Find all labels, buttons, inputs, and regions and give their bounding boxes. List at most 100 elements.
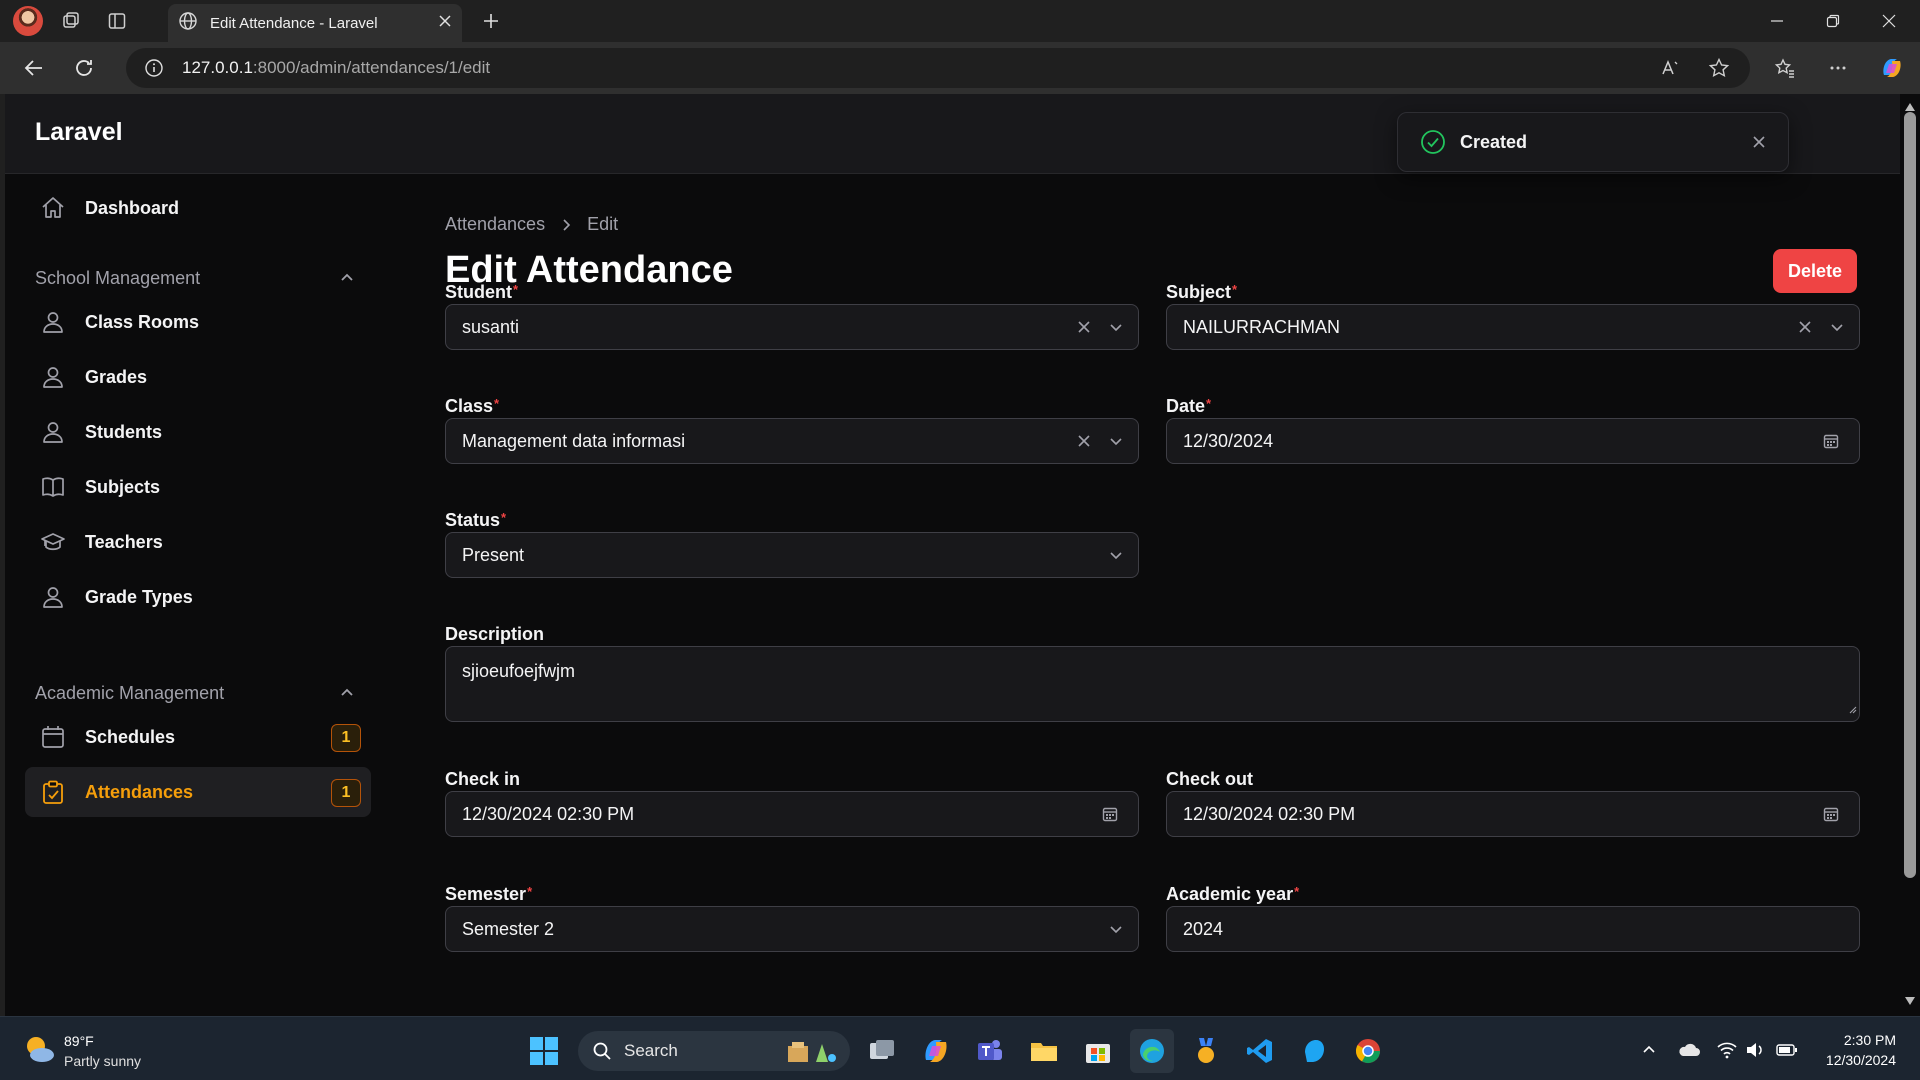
new-tab-icon[interactable]: [474, 4, 508, 38]
delete-button[interactable]: Delete: [1773, 249, 1857, 293]
date-input[interactable]: 12/30/2024: [1166, 418, 1860, 464]
home-icon: [39, 194, 67, 222]
onedrive-cloud-icon[interactable]: [1676, 1037, 1702, 1063]
globe-icon: [178, 11, 198, 36]
refresh-icon[interactable]: [64, 48, 104, 88]
chevron-up-icon[interactable]: [1636, 1037, 1662, 1063]
minimize-icon[interactable]: [1750, 0, 1804, 42]
wifi-icon[interactable]: [1714, 1037, 1740, 1063]
file-explorer-icon[interactable]: [1022, 1029, 1066, 1073]
battery-icon[interactable]: [1774, 1037, 1800, 1063]
clear-icon[interactable]: [1068, 425, 1100, 457]
clock-date[interactable]: 12/30/2024: [1812, 1052, 1896, 1068]
calendar-icon[interactable]: [1094, 798, 1126, 830]
microsoft-store-icon[interactable]: [1076, 1029, 1120, 1073]
breadcrumb-current: Edit: [587, 214, 619, 234]
chevron-down-icon[interactable]: [1100, 311, 1132, 343]
calendar-icon[interactable]: [1815, 425, 1847, 457]
check-circle-icon: [1420, 129, 1446, 155]
app-blue-icon[interactable]: [1292, 1029, 1336, 1073]
status-value: Present: [462, 544, 525, 565]
url-host: 127.0.0.1: [182, 58, 253, 77]
semester-select[interactable]: Semester 2: [445, 906, 1139, 952]
sidebar-item-dashboard[interactable]: Dashboard: [25, 183, 371, 233]
back-icon[interactable]: [14, 48, 54, 88]
close-tab-icon[interactable]: [438, 14, 452, 33]
sidebar-item-grade-types[interactable]: Grade Types: [25, 572, 371, 622]
scroll-thumb[interactable]: [1904, 112, 1916, 878]
volume-icon[interactable]: [1742, 1037, 1768, 1063]
browser-titlebar: Edit Attendance - Laravel: [0, 0, 1920, 42]
taskbar-search[interactable]: Search: [578, 1031, 850, 1071]
class-select[interactable]: Management data informasi: [445, 418, 1139, 464]
more-options-icon[interactable]: [1818, 48, 1858, 88]
chrome-icon[interactable]: [1346, 1029, 1390, 1073]
clear-icon[interactable]: [1068, 311, 1100, 343]
resize-handle-icon[interactable]: [1847, 701, 1857, 719]
sidebar-item-grades[interactable]: Grades: [25, 352, 371, 402]
sidebar-item-class-rooms[interactable]: Class Rooms: [25, 297, 371, 347]
description-value: sjioeufoejfwjm: [462, 661, 576, 681]
breadcrumb-link-attendances[interactable]: Attendances: [445, 214, 545, 235]
clock-time[interactable]: 2:30 PM: [1812, 1032, 1896, 1048]
sidebar: Dashboard School Management Class Rooms …: [5, 174, 385, 1016]
favorites-icon[interactable]: [1765, 48, 1805, 88]
brand-logo[interactable]: Laravel: [35, 118, 123, 147]
academic-year-input[interactable]: 2024: [1166, 906, 1860, 952]
subject-select[interactable]: NAILURRACHMAN: [1166, 304, 1860, 350]
class-label: Class*: [445, 396, 500, 416]
address-bar[interactable]: 127.0.0.1:8000/admin/attendances/1/edit: [126, 48, 1750, 88]
status-select[interactable]: Present: [445, 532, 1139, 578]
semester-label: Semester*: [445, 884, 533, 904]
user-icon: [39, 363, 67, 391]
chevron-down-icon[interactable]: [1100, 539, 1132, 571]
semester-value: Semester 2: [462, 918, 555, 939]
academic-year-value: 2024: [1183, 918, 1224, 939]
restore-icon[interactable]: [1806, 0, 1860, 42]
description-textarea[interactable]: sjioeufoejfwjm: [445, 646, 1860, 722]
check-out-input[interactable]: 12/30/2024 02:30 PM: [1166, 791, 1860, 837]
teams-icon[interactable]: [968, 1029, 1012, 1073]
sidebar-item-students[interactable]: Students: [25, 407, 371, 457]
vertical-tabs-icon[interactable]: [99, 3, 135, 39]
sidebar-item-label: Grades: [85, 366, 148, 387]
close-toast-icon[interactable]: [1752, 135, 1766, 149]
vscode-icon[interactable]: [1238, 1029, 1282, 1073]
calendar-icon[interactable]: [1815, 798, 1847, 830]
sidebar-item-teachers[interactable]: Teachers: [25, 517, 371, 567]
copilot-icon[interactable]: [1872, 48, 1912, 88]
close-window-icon[interactable]: [1862, 0, 1916, 42]
clear-icon[interactable]: [1789, 311, 1821, 343]
calendar-icon: [39, 723, 67, 751]
workspaces-icon[interactable]: [53, 3, 89, 39]
browser-tab[interactable]: Edit Attendance - Laravel: [168, 4, 462, 42]
task-view-icon[interactable]: [860, 1029, 904, 1073]
weather-temperature: 89°F: [64, 1033, 94, 1049]
count-badge: 1: [331, 724, 361, 752]
chevron-down-icon[interactable]: [1100, 425, 1132, 457]
edge-browser-icon[interactable]: [1130, 1029, 1174, 1073]
read-aloud-icon[interactable]: [1650, 48, 1690, 88]
chevron-down-icon[interactable]: [1821, 311, 1853, 343]
favorite-star-icon[interactable]: [1699, 48, 1739, 88]
check-out-label: Check out: [1166, 769, 1254, 789]
sidebar-item-schedules[interactable]: Schedules 1: [25, 712, 371, 762]
profile-avatar[interactable]: [13, 6, 43, 36]
site-info-icon[interactable]: [144, 58, 164, 78]
subject-value: NAILURRACHMAN: [1183, 316, 1341, 337]
chevron-up-icon[interactable]: [335, 266, 359, 290]
sidebar-item-attendances[interactable]: Attendances 1: [25, 767, 371, 817]
windows-start-icon[interactable]: [522, 1029, 566, 1073]
student-select[interactable]: susanti: [445, 304, 1139, 350]
chevron-down-icon[interactable]: [1100, 913, 1132, 945]
check-in-label: Check in: [445, 769, 521, 789]
sidebar-item-subjects[interactable]: Subjects: [25, 462, 371, 512]
scroll-down-icon[interactable]: [1905, 992, 1915, 1010]
copilot-app-icon[interactable]: [914, 1029, 958, 1073]
check-in-input[interactable]: 12/30/2024 02:30 PM: [445, 791, 1139, 837]
partly-sunny-icon[interactable]: [22, 1033, 56, 1070]
medal-app-icon[interactable]: [1184, 1029, 1228, 1073]
chevron-up-icon[interactable]: [335, 681, 359, 705]
sidebar-item-label: Schedules: [85, 726, 176, 747]
page-scrollbar[interactable]: [1900, 94, 1920, 1016]
